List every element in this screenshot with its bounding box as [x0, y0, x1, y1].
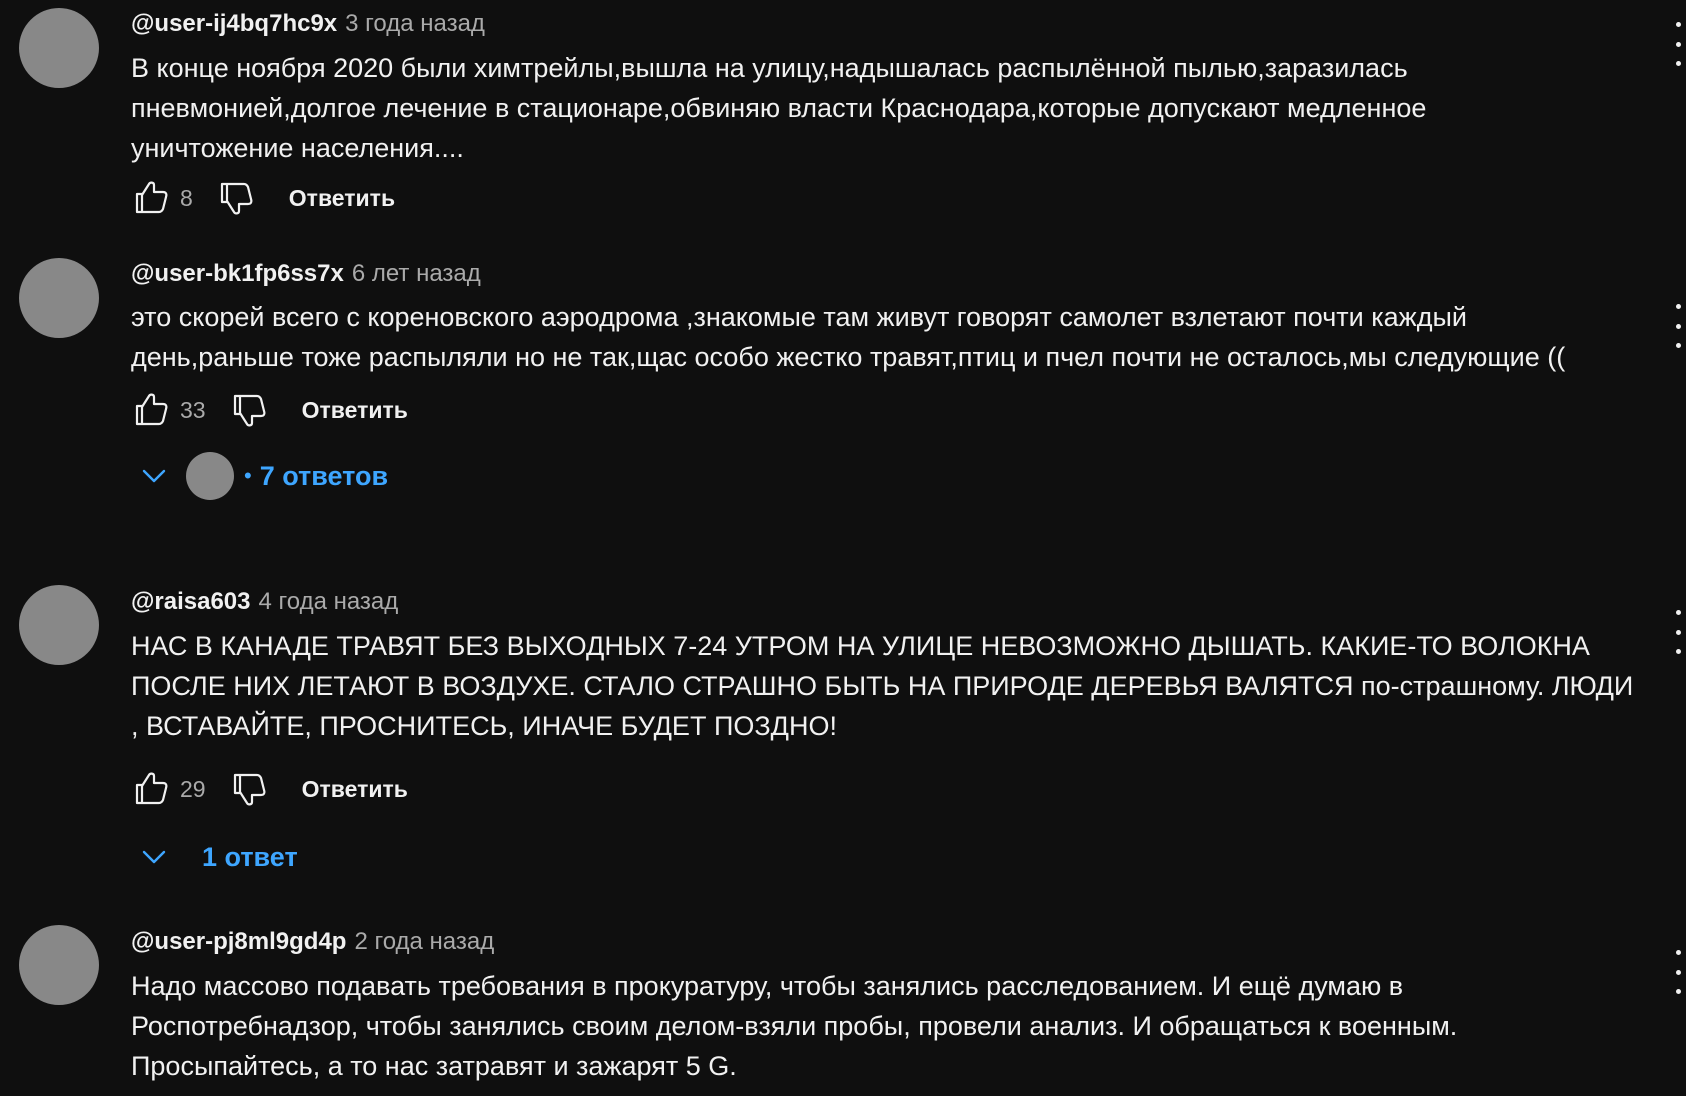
reply-button[interactable]: Ответить: [289, 185, 395, 212]
avatar[interactable]: [19, 8, 99, 88]
chevron-down-icon: [132, 835, 176, 879]
comment-line: НАС В КАНАДЕ ТРАВЯТ БЕЗ ВЫХОДНЫХ 7-24 УТ…: [131, 631, 1590, 661]
author-name[interactable]: @user-ij4bq7hc9x: [131, 10, 337, 38]
thumb-up-icon: [135, 772, 168, 805]
show-replies-button[interactable]: • 7 ответов: [132, 451, 388, 501]
show-replies-button[interactable]: 1 ответ: [132, 832, 298, 882]
replies-count[interactable]: 1 ответ: [202, 842, 298, 873]
comment-text: НАС В КАНАДЕ ТРАВЯТ БЕЗ ВЫХОДНЫХ 7-24 УТ…: [131, 626, 1651, 746]
dislike-button[interactable]: [226, 388, 270, 432]
comment-time[interactable]: 2 года назад: [354, 928, 494, 956]
comment-line: Просыпайтесь, а то нас затравят и зажаря…: [131, 1051, 737, 1081]
like-count: 29: [180, 775, 206, 802]
reply-button[interactable]: Ответить: [302, 397, 408, 424]
avatar[interactable]: [19, 258, 99, 338]
separator-dot: •: [244, 463, 252, 488]
avatar[interactable]: [19, 925, 99, 1005]
reply-avatar: [186, 452, 234, 500]
author-name[interactable]: @user-pj8ml9gd4p: [131, 928, 346, 956]
thumb-down-icon: [233, 394, 266, 427]
comment-line: , ВСТАВАЙТЕ, ПРОСНИТЕСЬ, ИНАЧЕ БУДЕТ ПОЗ…: [131, 711, 837, 741]
author-name[interactable]: @user-bk1fp6ss7x: [131, 260, 344, 288]
comment-line: пневмонией,долгое лечение в стационаре,о…: [131, 93, 1427, 123]
like-count: 33: [180, 396, 206, 423]
avatar[interactable]: [19, 585, 99, 665]
comment-line: Роспотребнадзор, чтобы занялись своим де…: [131, 1011, 1458, 1041]
comment-line: Надо массово подавать требования в проку…: [131, 971, 1404, 1001]
dislike-button[interactable]: [213, 176, 257, 220]
like-count: 8: [180, 184, 193, 211]
comment-header: @user-ij4bq7hc9x 3 года назад: [131, 10, 485, 40]
more-vert-icon[interactable]: [1670, 950, 1686, 994]
more-vert-icon[interactable]: [1670, 22, 1686, 66]
reply-button[interactable]: Ответить: [302, 776, 408, 803]
like-button[interactable]: [128, 388, 172, 432]
comment-time[interactable]: 4 года назад: [259, 588, 399, 616]
comment-text: это скорей всего с кореновского аэродром…: [131, 297, 1651, 377]
comment-actions: 29 Ответить: [128, 767, 408, 811]
comment-header: @user-bk1fp6ss7x 6 лет назад: [131, 260, 481, 290]
comment-actions: 33 Ответить: [128, 388, 408, 432]
more-vert-icon[interactable]: [1670, 610, 1686, 654]
comment-line: уничтожение населения....: [131, 133, 464, 163]
comment-header: @user-pj8ml9gd4p 2 года назад: [131, 928, 494, 958]
chevron-down-icon: [132, 454, 176, 498]
comment-line: В конце ноября 2020 были химтрейлы,вышла…: [131, 53, 1408, 83]
thumb-down-icon: [233, 773, 266, 806]
thumb-up-icon: [135, 181, 168, 214]
comment-line: день,раньше тоже распыляли но не так,щас…: [131, 342, 1566, 372]
comment-time[interactable]: 3 года назад: [345, 10, 485, 38]
author-name[interactable]: @raisa603: [131, 588, 251, 616]
comment-time[interactable]: 6 лет назад: [352, 260, 481, 288]
comment-line: это скорей всего с кореновского аэродром…: [131, 302, 1467, 332]
thumb-down-icon: [220, 182, 253, 215]
comment-text: Надо массово подавать требования в проку…: [131, 966, 1651, 1086]
replies-count[interactable]: 7 ответов: [260, 461, 388, 492]
comment-header: @raisa603 4 года назад: [131, 588, 398, 618]
dislike-button[interactable]: [226, 767, 270, 811]
comment-actions: 8 Ответить: [128, 176, 395, 220]
like-button[interactable]: [128, 176, 172, 220]
more-vert-icon[interactable]: [1670, 304, 1686, 348]
comment-line: ПОСЛЕ НИХ ЛЕТАЮТ В ВОЗДУХЕ. СТАЛО СТРАШН…: [131, 671, 1634, 701]
comment-text: В конце ноября 2020 были химтрейлы,вышла…: [131, 48, 1651, 168]
like-button[interactable]: [128, 767, 172, 811]
thumb-up-icon: [135, 393, 168, 426]
